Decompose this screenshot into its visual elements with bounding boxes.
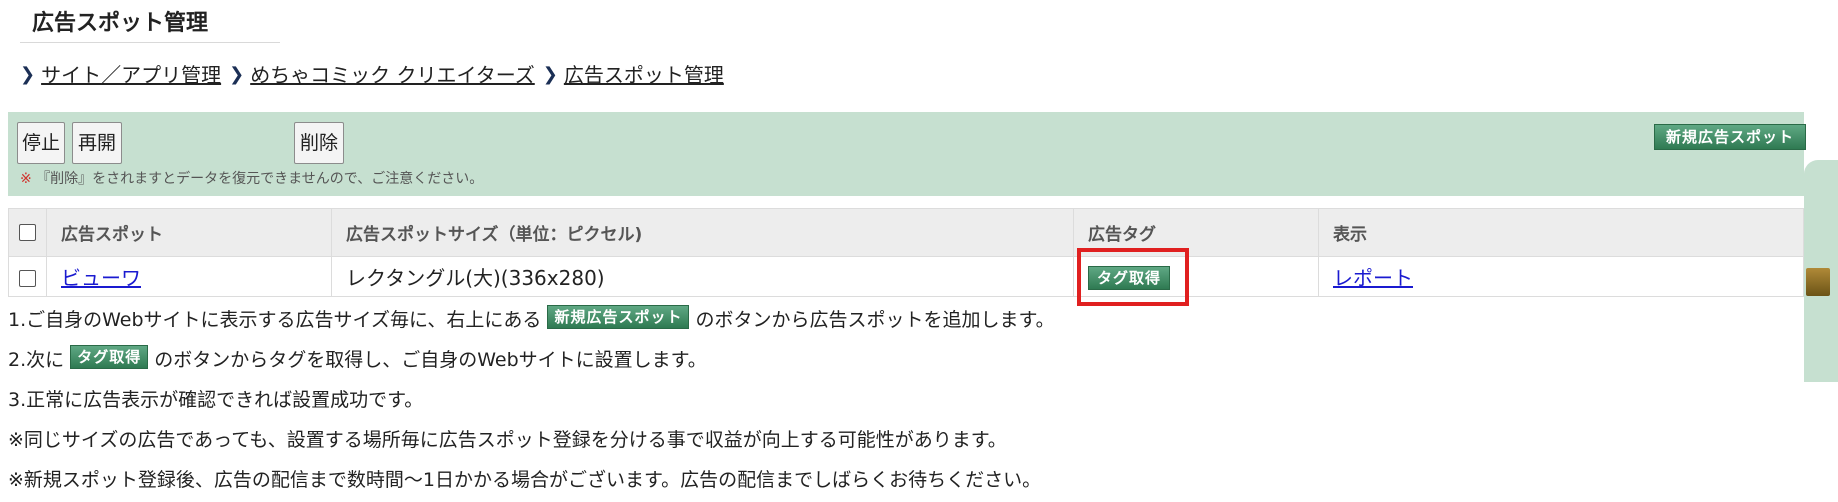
instruction-line-5: ※新規スポット登録後、広告の配信まで数時間～1日かかる場合がございます。広告の配… bbox=[8, 469, 1042, 491]
ad-spot-table: 広告スポット 広告スポットサイズ（単位：ピクセル) 広告タグ 表示 ビューワ レ… bbox=[8, 208, 1804, 306]
action-toolbar: 停止 再開 削除 ※ 『削除』をされますとデータを復元できませんので、ご注意くだ… bbox=[8, 112, 1806, 196]
row-checkbox-cell bbox=[8, 256, 47, 297]
instructions: 1.ご自身のWebサイトに表示する広告サイズ毎に、右上にある 新規広告スポット … bbox=[8, 302, 1055, 502]
instruction-line-2: 2.次に タグ取得 のボタンからタグを取得し、ご自身のWebサイトに設置します。 bbox=[8, 342, 1055, 382]
warning-mark: ※ bbox=[20, 171, 32, 187]
stop-button[interactable]: 停止 bbox=[17, 122, 65, 164]
breadcrumb-item-ad-spot: ❯ 広告スポット管理 bbox=[543, 60, 724, 90]
report-link[interactable]: レポート bbox=[1333, 266, 1413, 290]
spot-size-cell: レクタングル(大)(336x280) bbox=[331, 256, 1074, 297]
breadcrumb-link-creators[interactable]: めちゃコミック クリエイターズ bbox=[250, 60, 535, 90]
chevron-right-icon: ❯ bbox=[542, 64, 558, 85]
highlight-box bbox=[1077, 248, 1189, 306]
breadcrumb-item-site-app: ❯ サイト／アプリ管理 bbox=[20, 60, 221, 90]
panel-grip-icon[interactable] bbox=[1806, 268, 1830, 296]
table-header-row: 広告スポット 広告スポットサイズ（単位：ピクセル) 広告タグ 表示 bbox=[8, 208, 1804, 257]
header-display: 表示 bbox=[1318, 208, 1804, 257]
chevron-right-icon: ❯ bbox=[229, 64, 245, 85]
instruction-line-3: 3.正常に広告表示が確認できれば設置成功です。 bbox=[8, 389, 424, 411]
breadcrumb: ❯ サイト／アプリ管理 ❯ めちゃコミック クリエイターズ ❯ 広告スポット管理 bbox=[20, 60, 732, 90]
instruction-2-text-start: 2.次に bbox=[8, 349, 65, 371]
delete-warning-note: ※ 『削除』をされますとデータを復元できませんので、ご注意ください。 bbox=[20, 168, 483, 188]
breadcrumb-link-site-app[interactable]: サイト／アプリ管理 bbox=[41, 60, 221, 90]
warning-text: 『削除』をされますとデータを復元できませんので、ご注意ください。 bbox=[36, 171, 484, 187]
header-spot-size: 広告スポットサイズ（単位：ピクセル) bbox=[331, 208, 1074, 257]
table-row: ビューワ レクタングル(大)(336x280) タグ取得 レポート bbox=[8, 248, 1804, 306]
report-cell: レポート bbox=[1318, 256, 1804, 297]
breadcrumb-link-ad-spot[interactable]: 広告スポット管理 bbox=[564, 60, 724, 90]
breadcrumb-item-creators: ❯ めちゃコミック クリエイターズ bbox=[229, 60, 535, 90]
instruction-line-1: 1.ご自身のWebサイトに表示する広告サイズ毎に、右上にある 新規広告スポット … bbox=[8, 302, 1055, 342]
resume-button[interactable]: 再開 bbox=[72, 122, 122, 164]
instruction-1-text-end: のボタンから広告スポットを追加します。 bbox=[695, 309, 1055, 331]
page-title: 広告スポット管理 bbox=[20, 6, 280, 43]
select-all-checkbox[interactable] bbox=[18, 224, 36, 241]
inline-get-tag-button: タグ取得 bbox=[70, 345, 149, 369]
header-ad-spot: 広告スポット bbox=[46, 208, 332, 257]
new-ad-spot-button[interactable]: 新規広告スポット bbox=[1654, 124, 1806, 150]
spot-name-cell: ビューワ bbox=[46, 256, 332, 297]
spot-name-link[interactable]: ビューワ bbox=[61, 266, 141, 290]
chevron-right-icon: ❯ bbox=[20, 64, 36, 85]
instruction-2-text-end: のボタンからタグを取得し、ご自身のWebサイトに設置します。 bbox=[154, 349, 707, 371]
row-checkbox[interactable] bbox=[18, 269, 36, 287]
delete-button[interactable]: 削除 bbox=[294, 122, 344, 164]
instruction-1-text-start: 1.ご自身のWebサイトに表示する広告サイズ毎に、右上にある bbox=[8, 309, 542, 331]
header-checkbox-cell bbox=[8, 208, 47, 257]
instruction-line-4: ※同じサイズの広告であっても、設置する場所毎に広告スポット登録を分ける事で収益が… bbox=[8, 429, 1007, 451]
inline-new-spot-button: 新規広告スポット bbox=[547, 305, 690, 329]
ad-tag-cell: タグ取得 bbox=[1073, 248, 1319, 306]
